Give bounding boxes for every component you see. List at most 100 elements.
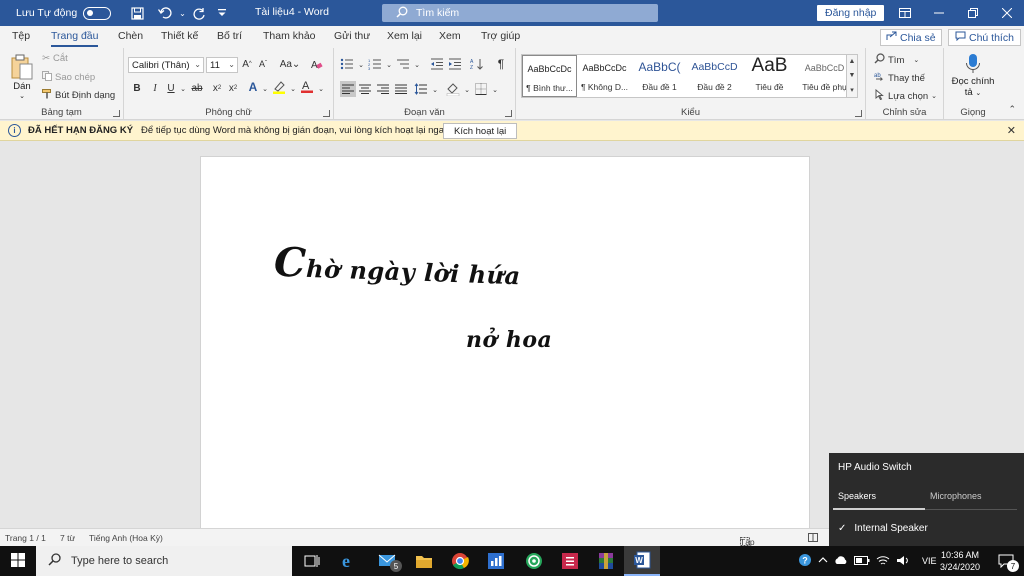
style-normal[interactable]: AaBbCcDc ¶ Bình thư... (522, 55, 577, 97)
mail-icon[interactable]: 5 (370, 546, 406, 576)
format-painter-button[interactable]: Bút Định dạng (42, 89, 115, 102)
ribbon-display-options-icon[interactable] (888, 0, 922, 26)
clear-formatting-icon[interactable]: A (310, 57, 324, 71)
start-button[interactable] (0, 546, 36, 576)
page-count[interactable]: Trang 1 / 1 (5, 533, 46, 543)
tab-speakers[interactable]: Speakers (838, 491, 876, 501)
onedrive-icon[interactable] (834, 555, 848, 567)
collapse-ribbon-icon[interactable]: ⌃ (1008, 104, 1016, 115)
chevron-up-icon[interactable] (818, 556, 828, 566)
styles-gallery-scroll[interactable]: ▲ ▼ ▾ (846, 54, 858, 98)
document-page[interactable]: Chờ ngày lời hứa nở hoa (200, 156, 810, 536)
highlight-dropdown-icon[interactable]: ⌄ (286, 82, 300, 96)
help-icon[interactable]: ? (798, 553, 812, 569)
multilevel-list-icon[interactable] (396, 57, 410, 71)
sort-icon[interactable]: AZ (470, 57, 484, 71)
battery-icon[interactable] (854, 555, 870, 567)
text-effects-dropdown-icon[interactable]: ⌄ (258, 82, 272, 96)
bullets-icon[interactable] (340, 57, 354, 71)
shrink-font-icon[interactable]: Aˇ (256, 57, 270, 71)
restore-button[interactable] (956, 0, 990, 26)
grow-font-icon[interactable]: A ^ (240, 57, 254, 71)
undo-icon[interactable] (157, 5, 173, 21)
show-formatting-marks-icon[interactable]: ¶ (494, 57, 508, 71)
reactivate-button[interactable]: Kích hoạt lại (443, 123, 518, 139)
cut-button[interactable]: ✂ Cắt (42, 53, 68, 64)
dashboard-icon[interactable] (478, 546, 514, 576)
tab-help[interactable]: Trợ giúp (481, 30, 520, 42)
save-icon[interactable] (129, 5, 145, 21)
align-center-icon[interactable] (358, 82, 372, 96)
close-icon[interactable]: ✕ (1007, 124, 1016, 137)
underline-dropdown-icon[interactable]: ⌄ (176, 82, 190, 96)
search-box[interactable]: Tìm kiếm (382, 4, 658, 22)
tab-insert[interactable]: Chèn (118, 30, 143, 42)
clipboard-launcher-icon[interactable] (113, 110, 120, 117)
align-left-icon[interactable] (340, 81, 356, 97)
font-color-icon[interactable]: A (300, 79, 314, 93)
style-heading-2[interactable]: AaBbCcD Đầu đề 2 (687, 55, 742, 97)
sign-in-button[interactable]: Đăng nhập (817, 5, 885, 21)
multilevel-dropdown-icon[interactable]: ⌄ (410, 58, 424, 72)
strikethrough-icon[interactable]: ab (190, 81, 204, 95)
select-button[interactable]: Lựa chọn ⌄ (874, 88, 937, 103)
tab-microphones[interactable]: Microphones (930, 491, 982, 501)
line-spacing-icon[interactable] (414, 82, 428, 96)
tab-review[interactable]: Xem lại (387, 30, 422, 42)
paste-button[interactable]: Dán ⌄ (8, 54, 36, 100)
replace-button[interactable]: ab Thay thế (874, 71, 925, 85)
bold-icon[interactable]: B (130, 81, 144, 95)
highlight-icon[interactable] (272, 80, 286, 94)
dictate-button[interactable]: Đọc chính tả ⌄ (944, 53, 1002, 99)
borders-icon[interactable] (474, 82, 488, 96)
tab-mailings[interactable]: Gửi thư (334, 30, 370, 42)
bullets-dropdown-icon[interactable]: ⌄ (354, 58, 368, 72)
undo-dropdown-icon[interactable]: ⌄ (179, 9, 186, 18)
style-subtitle[interactable]: AaBbCcD Tiêu đề phụ (797, 55, 852, 97)
tab-design[interactable]: Thiết kế (161, 30, 198, 42)
styles-launcher-icon[interactable] (855, 110, 862, 117)
app-green-icon[interactable] (516, 546, 552, 576)
decrease-indent-icon[interactable] (430, 57, 444, 71)
edge-icon[interactable]: e (332, 546, 368, 576)
increase-indent-icon[interactable] (448, 57, 462, 71)
find-button[interactable]: Tìm ⌄ (874, 53, 919, 67)
numbering-icon[interactable]: 123 (368, 57, 382, 71)
style-no-spacing[interactable]: AaBbCcDc ¶ Không D... (577, 55, 632, 97)
language-status[interactable]: Tiếng Anh (Hoa Kỳ) (89, 533, 163, 543)
justify-icon[interactable] (394, 82, 408, 96)
borders-dropdown-icon[interactable]: ⌄ (488, 83, 502, 97)
app-red-icon[interactable] (552, 546, 588, 576)
style-heading-1[interactable]: AaBbC( Đầu đề 1 (632, 55, 687, 97)
font-size-dropdown[interactable]: 11 ⌄ (206, 57, 238, 73)
more-styles-icon[interactable]: ▾ (850, 86, 854, 94)
word-app-icon[interactable]: W (624, 546, 660, 576)
tab-references[interactable]: Tham khảo (263, 30, 316, 42)
copy-button[interactable]: Sao chép (42, 71, 95, 84)
font-color-dropdown-icon[interactable]: ⌄ (314, 82, 328, 96)
tab-view[interactable]: Xem (439, 30, 461, 42)
tab-home[interactable]: Trang đầu (51, 30, 99, 47)
close-button[interactable] (990, 0, 1024, 26)
read-mode-icon[interactable] (808, 533, 818, 544)
wifi-icon[interactable] (876, 555, 890, 568)
paste-dropdown-icon[interactable]: ⌄ (8, 92, 36, 100)
paragraph-launcher-icon[interactable] (505, 110, 512, 117)
winrar-icon[interactable] (588, 546, 624, 576)
italic-icon[interactable]: I (148, 81, 162, 95)
redo-icon[interactable] (192, 5, 208, 21)
file-explorer-icon[interactable] (406, 546, 442, 576)
subscript-icon[interactable]: x2 (210, 81, 224, 95)
font-name-dropdown[interactable]: Calibri (Thân) ⌄ (128, 57, 204, 73)
autosave-toggle[interactable] (83, 6, 112, 20)
scroll-down-icon[interactable]: ▼ (849, 72, 856, 79)
clock[interactable]: 10:36 AM 3/24/2020 (935, 549, 985, 573)
tab-layout[interactable]: Bố trí (217, 30, 242, 42)
font-launcher-icon[interactable] (323, 110, 330, 117)
shading-dropdown-icon[interactable]: ⌄ (460, 83, 474, 97)
comments-button[interactable]: Chú thích (948, 29, 1021, 46)
word-count[interactable]: 7 từ (60, 533, 75, 543)
device-internal-speaker[interactable]: ✓ Internal Speaker (838, 523, 928, 534)
style-title[interactable]: AaB Tiêu đề (742, 55, 797, 97)
taskbar-search[interactable]: Type here to search (36, 546, 292, 576)
